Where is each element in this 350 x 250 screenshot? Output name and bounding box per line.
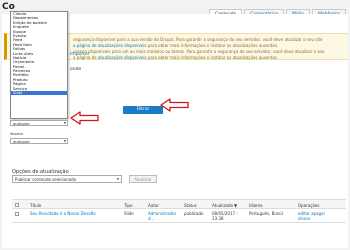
col-status[interactable]: Status xyxy=(184,203,197,208)
sort-desc-icon: ▼ xyxy=(233,203,238,208)
warning-line: a página de atualizações disponíveis par… xyxy=(73,55,279,60)
chevron-down-icon: ▼ xyxy=(63,121,66,125)
filter-button[interactable]: Filtrar xyxy=(123,106,163,114)
col-operacoes: Operações xyxy=(298,203,320,208)
row-updated: 08/05/2017 -13:38 xyxy=(212,211,238,221)
row-checkbox[interactable] xyxy=(15,212,19,216)
col-autor[interactable]: Autor xyxy=(148,203,159,208)
col-titulo[interactable]: Título xyxy=(30,203,41,208)
chevron-down-icon: ▼ xyxy=(116,177,119,181)
col-idioma: Idioma xyxy=(249,203,263,208)
import-link[interactable]: Importar xyxy=(70,51,90,59)
red-arrow-icon xyxy=(160,98,189,112)
browser-frame: Co Conteúdo Comentários Mídia Webforms s… xyxy=(0,0,350,250)
col-atualizado[interactable]: Atualizado▼ xyxy=(212,203,237,208)
chevron-down-icon: ▼ xyxy=(63,139,66,143)
delete-link[interactable]: apagar xyxy=(311,211,325,216)
update-options-select[interactable]: Publicar conteúdo selecionado ▼ xyxy=(12,175,122,183)
available-updates-link[interactable]: atualizações disponíveis xyxy=(98,55,147,60)
dropdown-option[interactable]: Slide xyxy=(11,90,67,96)
warning-line: segurança disponível para a sua versão d… xyxy=(73,37,323,42)
row-language: Português, Brasil xyxy=(249,211,283,216)
language-select[interactable]: qualquer ▼ xyxy=(10,138,68,144)
col-tipo[interactable]: Tipo xyxy=(124,203,132,208)
filter-where-label: onde xyxy=(70,67,82,72)
content-type-select[interactable]: qualquer ▼ xyxy=(10,120,68,126)
content-type-dropdown-list[interactable]: Cliente Depoimentos Edição de boletim Enque… xyxy=(10,11,68,119)
warning-line: a página de atualizações disponíveis par… xyxy=(73,43,279,48)
update-button[interactable]: Atualizar xyxy=(129,175,157,183)
available-updates-link[interactable]: a página de atualizações disponíveis xyxy=(73,43,147,48)
row-type: Slide xyxy=(124,211,134,216)
red-arrow-icon xyxy=(70,111,99,125)
table-row: Seu Resultado é o Nosso Desafio Slide Ad… xyxy=(12,209,346,223)
language-filter-label: idioma xyxy=(10,131,23,136)
row-operations: editar apagar clonar xyxy=(298,211,325,221)
row-author-link[interactable]: Administrador d... xyxy=(148,211,176,221)
content-table-header: Título Tipo Autor Status Atualizado▼ Idi… xyxy=(12,199,346,209)
clone-link[interactable]: clonar xyxy=(298,216,310,221)
row-status: publicado xyxy=(184,211,204,216)
row-title-link[interactable]: Seu Resultado é o Nosso Desafio xyxy=(30,211,96,216)
warning-line: urança disponíveis para um ou mais módul… xyxy=(73,49,325,54)
select-all-checkbox[interactable] xyxy=(15,203,19,207)
